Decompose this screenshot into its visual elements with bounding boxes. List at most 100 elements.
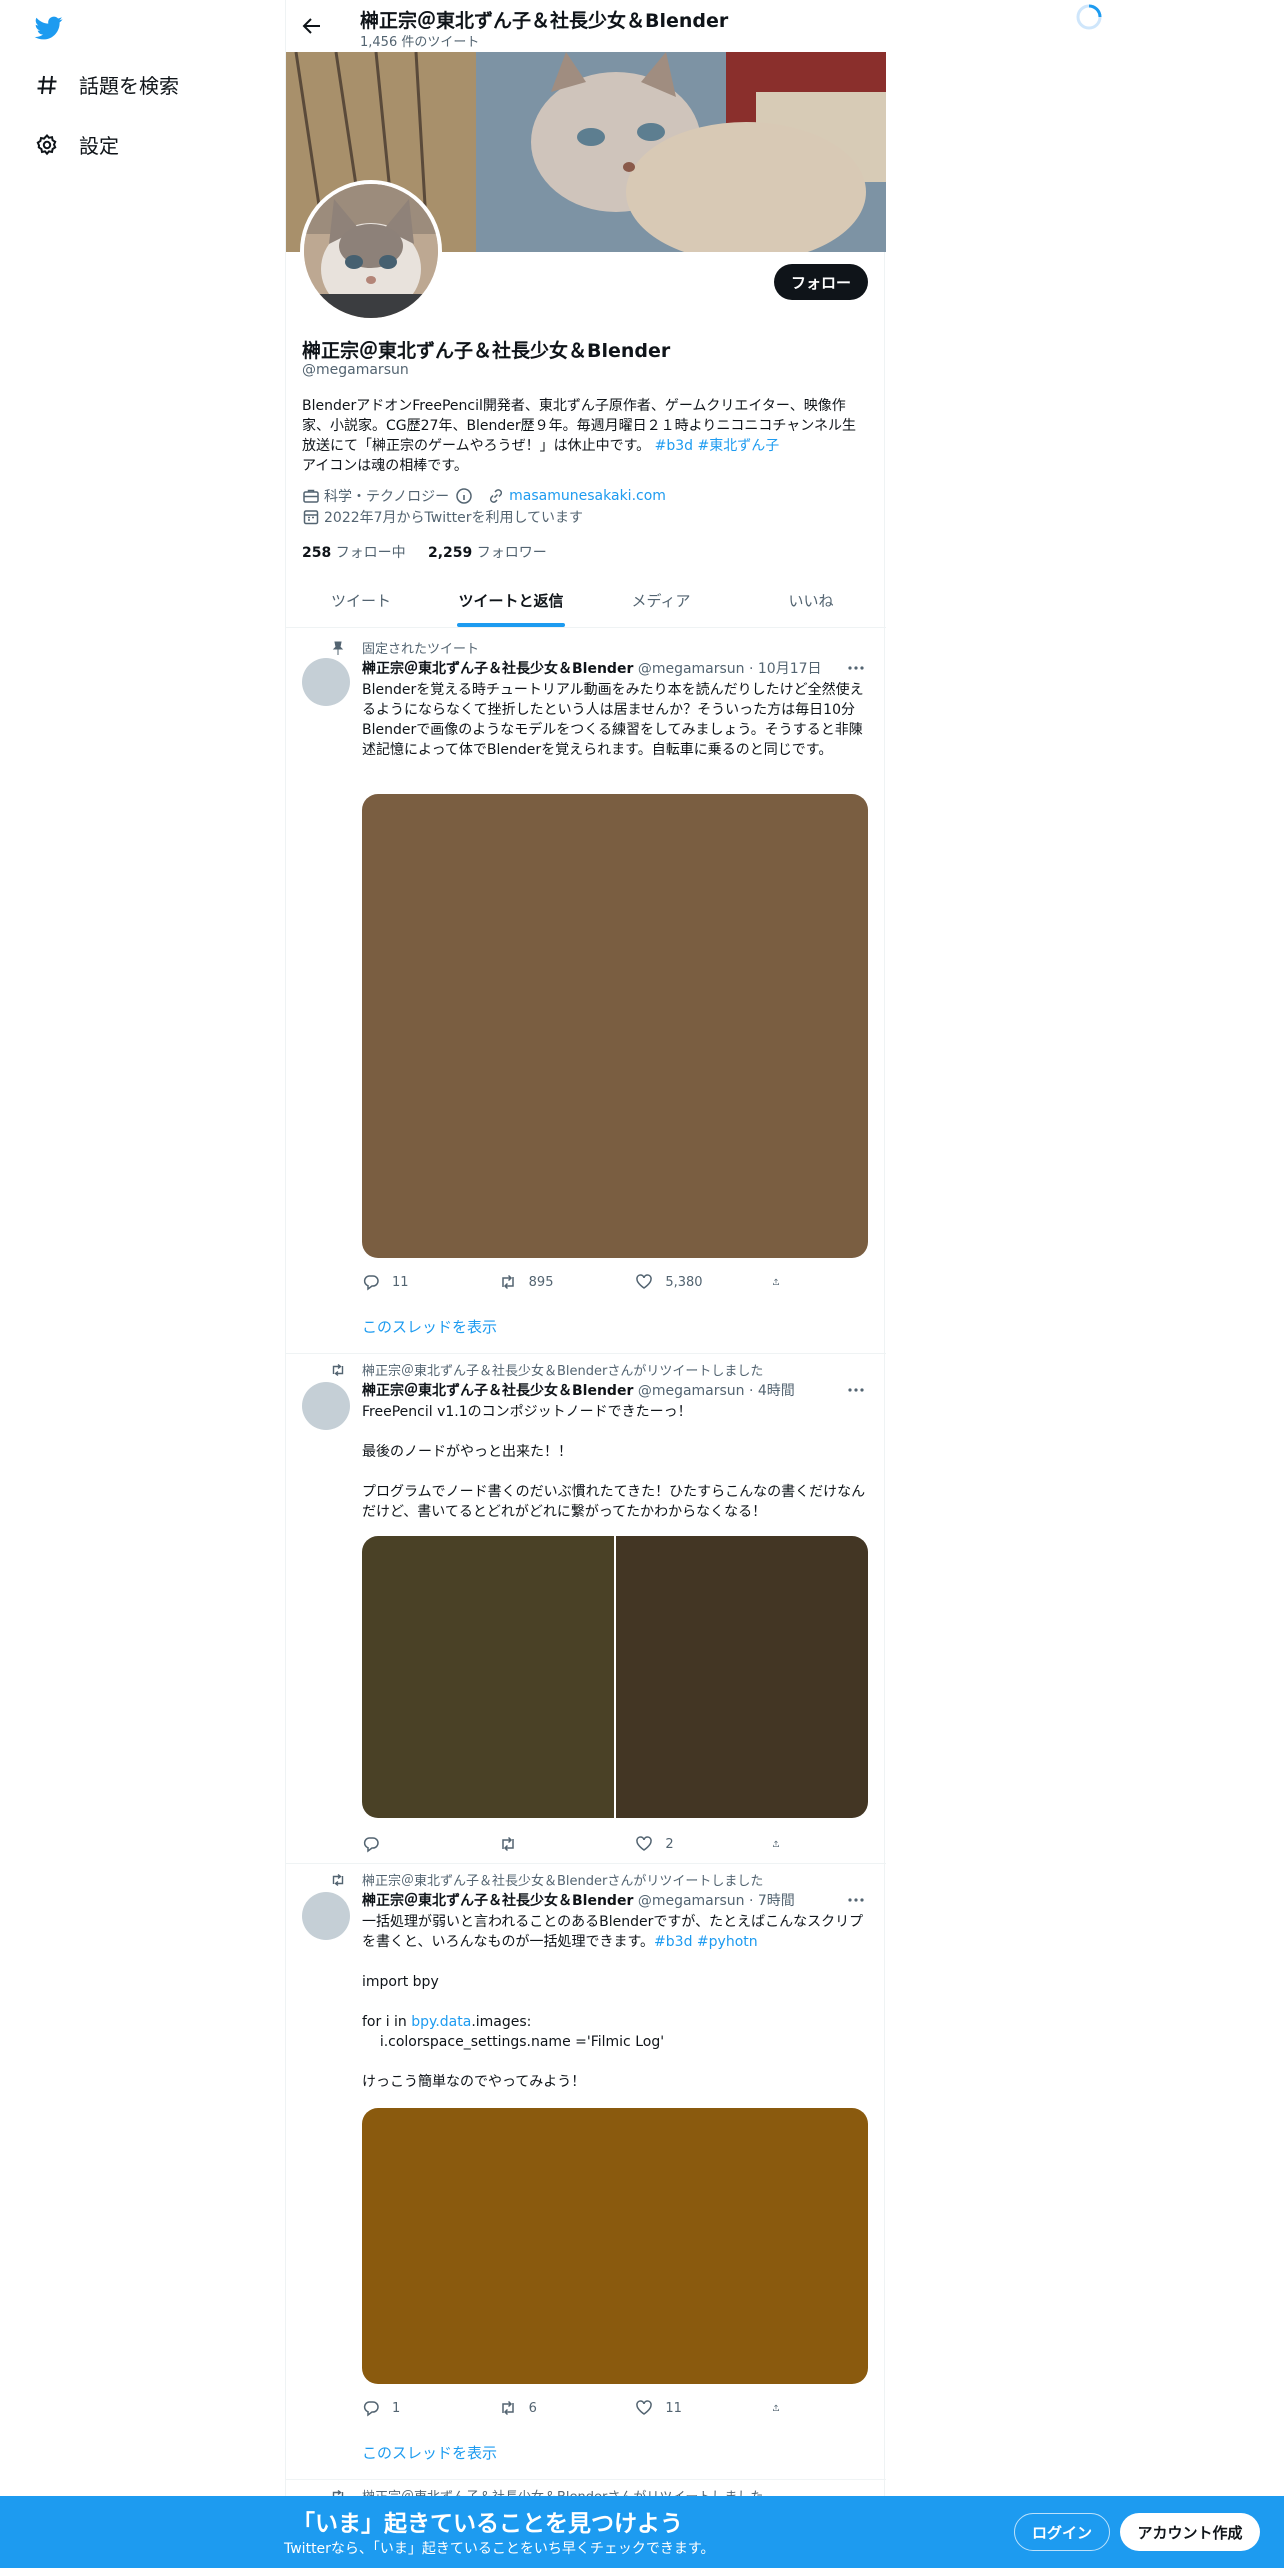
gear-icon bbox=[33, 131, 61, 159]
retweet-button[interactable]: 895 bbox=[499, 1272, 599, 1292]
tab-tweets[interactable]: ツイート bbox=[286, 574, 436, 627]
code-line-for-tail: .images: bbox=[471, 2014, 532, 2030]
create-account-button[interactable]: アカウント作成 bbox=[1120, 2513, 1260, 2551]
tab-media[interactable]: メディア bbox=[586, 574, 736, 627]
reply-icon bbox=[363, 2401, 379, 2417]
tweet-avatar[interactable] bbox=[302, 1892, 350, 1940]
tweet-time[interactable]: · 4時間 bbox=[749, 1383, 795, 1399]
hashtag-pyhotn[interactable]: #pyhotn bbox=[697, 1934, 758, 1950]
profile-joined-row: 2022年7月からTwitterを利用しています bbox=[302, 507, 583, 527]
tweet-author-name[interactable]: 榊正宗＠東北ずん子＆社長少女＆Blender bbox=[362, 1893, 633, 1909]
left-nav: 話題を検索 設定 bbox=[0, 0, 285, 2568]
profile-header-bar: 榊正宗＠東北ずん子＆社長少女＆Blender 1,456 件のツイート bbox=[286, 0, 886, 52]
retweet-icon bbox=[330, 1362, 346, 1378]
tweet-time[interactable]: · 10月17日 bbox=[749, 661, 822, 677]
followers-link[interactable]: 2,259 フォロワー bbox=[428, 545, 547, 561]
tweet-context-text: 固定されたツイート bbox=[362, 642, 480, 657]
reply-icon bbox=[363, 1275, 379, 1291]
profile-avatar[interactable] bbox=[300, 180, 442, 322]
twitter-logo-icon[interactable] bbox=[33, 14, 65, 42]
bio-hashtag-zunko[interactable]: #東北ずん子 bbox=[698, 438, 780, 454]
more-options-icon[interactable] bbox=[846, 658, 866, 678]
profile-name: 榊正宗＠東北ずん子＆社長少女＆Blender bbox=[302, 340, 671, 362]
code-line-body: i.colorspace_settings.name ='Filmic Log' bbox=[362, 2034, 665, 2050]
tweet-author-name[interactable]: 榊正宗＠東北ずん子＆社長少女＆Blender bbox=[362, 661, 633, 677]
like-button[interactable]: 2 bbox=[635, 1834, 735, 1854]
tweet-text: FreePencil v1.1のコンポジットノードできたーっ！ 最後のノードがや… bbox=[362, 1404, 866, 1520]
tweet-media[interactable] bbox=[362, 794, 868, 1258]
follow-button[interactable]: フォロー bbox=[774, 264, 868, 300]
share-button[interactable] bbox=[772, 2398, 792, 2418]
profile-joined: 2022年7月からTwitterを利用しています bbox=[324, 510, 584, 526]
like-count: 5,380 bbox=[665, 1274, 703, 1290]
like-button[interactable]: 5,380 bbox=[635, 1272, 735, 1292]
reply-count: 1 bbox=[392, 2400, 401, 2416]
more-options-icon[interactable] bbox=[846, 1380, 866, 1400]
retweet-button[interactable]: 6 bbox=[499, 2398, 599, 2418]
profile-meta-row: 科学・テクノロジー masamunesakaki.com bbox=[302, 486, 666, 506]
tweet-author-handle[interactable]: @megamarsun bbox=[638, 1893, 745, 1909]
retweet-count: 895 bbox=[528, 1274, 554, 1290]
like-button[interactable]: 11 bbox=[635, 2398, 735, 2418]
retweet-icon bbox=[501, 1836, 514, 1852]
following-link[interactable]: 258 フォロー中 bbox=[302, 545, 406, 561]
reply-button[interactable] bbox=[362, 1834, 462, 1854]
hashtag-b3d[interactable]: #b3d bbox=[654, 1934, 692, 1950]
tweet-pinned[interactable]: 固定されたツイート 榊正宗＠東北ずん子＆社長少女＆Blender @megama… bbox=[286, 628, 886, 1354]
tweet-author-handle[interactable]: @megamarsun bbox=[638, 661, 745, 677]
tweet-header: 榊正宗＠東北ずん子＆社長少女＆Blender @megamarsun · 4時間 bbox=[362, 1380, 795, 1400]
share-button[interactable] bbox=[772, 1272, 792, 1292]
tweet-actions: 2 bbox=[362, 1834, 792, 1854]
tweet-avatar[interactable] bbox=[302, 1382, 350, 1430]
more-options-icon[interactable] bbox=[846, 1890, 866, 1910]
pin-icon bbox=[330, 640, 346, 656]
info-icon[interactable] bbox=[455, 487, 473, 505]
retweet-button[interactable] bbox=[499, 1834, 599, 1854]
tweet-media-image-1[interactable] bbox=[362, 1536, 614, 1818]
login-button[interactable]: ログイン bbox=[1014, 2513, 1110, 2551]
nav-explore[interactable]: 話題を検索 bbox=[33, 70, 179, 99]
heart-icon bbox=[636, 1274, 653, 1289]
tweet-text-main: 一括処理が弱いと言われることのあるBlenderですが、たとえばこんなスクリプを… bbox=[362, 1914, 864, 1950]
tweet-header: 榊正宗＠東北ずん子＆社長少女＆Blender @megamarsun · 10月… bbox=[362, 658, 822, 678]
show-thread-link[interactable]: このスレッドを表示 bbox=[362, 1316, 497, 1337]
tweet-media[interactable] bbox=[362, 2108, 868, 2384]
tweet-context-text: 榊正宗＠東北ずん子＆社長少女＆Blenderさんがリツイートしました bbox=[362, 1874, 764, 1889]
tweet-retweet-2[interactable]: 榊正宗＠東北ずん子＆社長少女＆Blenderさんがリツイートしました 榊正宗＠東… bbox=[286, 1864, 886, 2480]
tweet-author-name[interactable]: 榊正宗＠東北ずん子＆社長少女＆Blender bbox=[362, 1383, 633, 1399]
tweet-actions: 1 6 11 bbox=[362, 2398, 792, 2418]
share-button[interactable] bbox=[772, 1834, 792, 1854]
signup-bar-subtitle: Twitterなら、「いま」起きていることをいち早くチェックできます。 bbox=[284, 2541, 715, 2557]
reply-button[interactable]: 11 bbox=[362, 1272, 462, 1292]
tweet-media-image-2[interactable] bbox=[616, 1536, 868, 1818]
reply-button[interactable]: 1 bbox=[362, 2398, 462, 2418]
tweet-text: 一括処理が弱いと言われることのあるBlenderですが、たとえばこんなスクリプを… bbox=[362, 1912, 872, 2092]
briefcase-icon bbox=[302, 487, 320, 505]
like-count: 2 bbox=[665, 1836, 674, 1852]
retweet-icon bbox=[501, 1274, 514, 1290]
tweet-avatar[interactable] bbox=[302, 658, 350, 706]
back-arrow-icon[interactable] bbox=[300, 14, 324, 38]
tweet-retweet-1[interactable]: 榊正宗＠東北ずん子＆社長少女＆Blenderさんがリツイートしました 榊正宗＠東… bbox=[286, 1354, 886, 1864]
bio-tail: アイコンは魂の相棒です。 bbox=[302, 458, 468, 474]
tab-likes[interactable]: いいね bbox=[736, 574, 886, 627]
bpy-data-link[interactable]: bpy.data bbox=[411, 2014, 471, 2030]
profile-url-link[interactable]: masamunesakaki.com bbox=[509, 488, 666, 504]
share-icon bbox=[772, 1840, 779, 1847]
nav-settings[interactable]: 設定 bbox=[33, 130, 119, 159]
code-line-import: import bpy bbox=[362, 1974, 439, 1990]
tweet-context: 榊正宗＠東北ずん子＆社長少女＆Blenderさんがリツイートしました bbox=[332, 1360, 764, 1379]
tab-tweets-and-replies[interactable]: ツイートと返信 bbox=[436, 574, 586, 627]
show-thread-link[interactable]: このスレッドを表示 bbox=[362, 2442, 497, 2463]
loading-spinner-icon bbox=[1074, 2, 1104, 32]
tweet-author-handle[interactable]: @megamarsun bbox=[638, 1383, 745, 1399]
profile-category: 科学・テクノロジー bbox=[324, 489, 450, 505]
follow-stats: 258 フォロー中 2,259 フォロワー bbox=[302, 542, 547, 562]
like-count: 11 bbox=[665, 2400, 682, 2416]
bio-hashtag-b3d[interactable]: #b3d bbox=[655, 438, 693, 454]
share-icon bbox=[772, 2404, 779, 2411]
main-column: 榊正宗＠東北ずん子＆社長少女＆Blender 1,456 件のツイート フォロー… bbox=[285, 0, 886, 2568]
tweet-time[interactable]: · 7時間 bbox=[749, 1893, 795, 1909]
tweet-context-text: 榊正宗＠東北ずん子＆社長少女＆Blenderさんがリツイートしました bbox=[362, 1364, 764, 1379]
tweet-media[interactable] bbox=[362, 1536, 868, 1818]
